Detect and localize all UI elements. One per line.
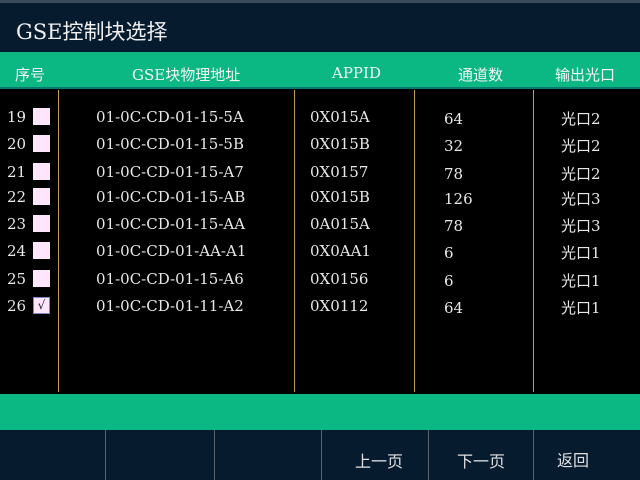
- row-appid: 0X015B: [310, 135, 370, 153]
- row-channels: 64: [444, 110, 464, 128]
- row-index: 26: [7, 297, 27, 315]
- table-row[interactable]: 21 01-0C-CD-01-15-A7 0X0157 78 光口2: [0, 161, 640, 185]
- prev-page-label: 上一页: [354, 452, 403, 471]
- row-port: 光口2: [561, 137, 601, 155]
- row-channels: 6: [444, 272, 454, 290]
- row-appid: 0X0157: [310, 163, 369, 181]
- check-mark-icon: √: [37, 298, 46, 312]
- row-port: 光口2: [561, 165, 601, 183]
- table-row[interactable]: 20 01-0C-CD-01-15-5B 0X015B 32 光口2: [0, 133, 640, 157]
- table-row[interactable]: 26 √ 01-0C-CD-01-11-A2 0X0112 64 光口1: [0, 295, 640, 319]
- row-port: 光口1: [561, 299, 601, 317]
- row-port: 光口1: [561, 244, 601, 262]
- row-mac: 01-0C-CD-01-11-A2: [96, 297, 244, 315]
- row-port: 光口3: [561, 190, 601, 208]
- row-channels: 6: [444, 244, 454, 262]
- row-port: 光口3: [561, 217, 601, 235]
- row-appid: 0X0156: [310, 270, 369, 288]
- table-row[interactable]: 19 01-0C-CD-01-15-5A 0X015A 64 光口2: [0, 106, 640, 130]
- row-checkbox[interactable]: √: [33, 297, 50, 314]
- col-index: 序号: [15, 66, 46, 84]
- row-channels: 64: [444, 299, 464, 317]
- row-index: 22: [7, 188, 27, 206]
- row-checkbox[interactable]: [33, 215, 50, 232]
- row-appid: 0X015A: [310, 108, 370, 126]
- prev-page-button[interactable]: 上一页: [321, 430, 428, 480]
- back-button[interactable]: 返回: [533, 430, 640, 480]
- row-appid: 0X0112: [310, 297, 369, 315]
- row-appid: 0X015B: [310, 188, 370, 206]
- row-checkbox[interactable]: [33, 242, 50, 259]
- row-index: 24: [7, 242, 27, 260]
- row-mac: 01-0C-CD-01-AA-A1: [96, 242, 247, 260]
- row-channels: 78: [444, 217, 464, 235]
- col-appid: APPID: [332, 64, 381, 82]
- row-checkbox[interactable]: [33, 188, 50, 205]
- row-checkbox[interactable]: [33, 163, 50, 180]
- table-row[interactable]: 25 01-0C-CD-01-15-A6 0X0156 6 光口1: [0, 268, 640, 292]
- title-bar: GSE控制块选择: [0, 0, 640, 52]
- row-mac: 01-0C-CD-01-15-5A: [96, 108, 244, 126]
- row-index: 23: [7, 215, 27, 233]
- footer-toolbar: 上一页 下一页 返回: [0, 430, 640, 480]
- row-checkbox[interactable]: [33, 270, 50, 287]
- row-mac: 01-0C-CD-01-15-AB: [96, 188, 246, 206]
- table-row[interactable]: 24 01-0C-CD-01-AA-A1 0X0AA1 6 光口1: [0, 240, 640, 264]
- footer-button-empty[interactable]: [214, 430, 321, 480]
- col-channels: 通道数: [458, 66, 504, 84]
- col-mac: GSE块物理地址: [132, 66, 241, 84]
- row-index: 21: [7, 163, 27, 181]
- footer-button-empty[interactable]: [105, 430, 214, 480]
- row-mac: 01-0C-CD-01-15-A7: [96, 163, 244, 181]
- table-header: 序号 GSE块物理地址 APPID 通道数 输出光口: [0, 52, 640, 89]
- row-index: 19: [7, 108, 27, 126]
- row-mac: 01-0C-CD-01-15-A6: [96, 270, 244, 288]
- row-port: 光口1: [561, 272, 601, 290]
- col-port: 输出光口: [555, 66, 616, 84]
- row-checkbox[interactable]: [33, 108, 50, 125]
- next-page-button[interactable]: 下一页: [428, 430, 533, 480]
- back-label: 返回: [556, 451, 589, 470]
- next-page-label: 下一页: [456, 452, 505, 471]
- row-index: 20: [7, 135, 27, 153]
- status-bar: [0, 394, 640, 430]
- row-channels: 78: [444, 165, 464, 183]
- row-mac: 01-0C-CD-01-15-AA: [96, 215, 246, 233]
- footer-button-empty[interactable]: [0, 430, 105, 480]
- row-appid: 0A015A: [310, 215, 370, 233]
- row-index: 25: [7, 270, 27, 288]
- row-appid: 0X0AA1: [310, 242, 371, 260]
- row-mac: 01-0C-CD-01-15-5B: [96, 135, 244, 153]
- row-channels: 32: [444, 137, 464, 155]
- row-checkbox[interactable]: [33, 135, 50, 152]
- row-channels: 126: [444, 190, 473, 208]
- table-row[interactable]: 22 01-0C-CD-01-15-AB 0X015B 126 光口3: [0, 186, 640, 210]
- table-row[interactable]: 23 01-0C-CD-01-15-AA 0A015A 78 光口3: [0, 213, 640, 237]
- page-title: GSE控制块选择: [16, 20, 168, 44]
- row-port: 光口2: [561, 110, 601, 128]
